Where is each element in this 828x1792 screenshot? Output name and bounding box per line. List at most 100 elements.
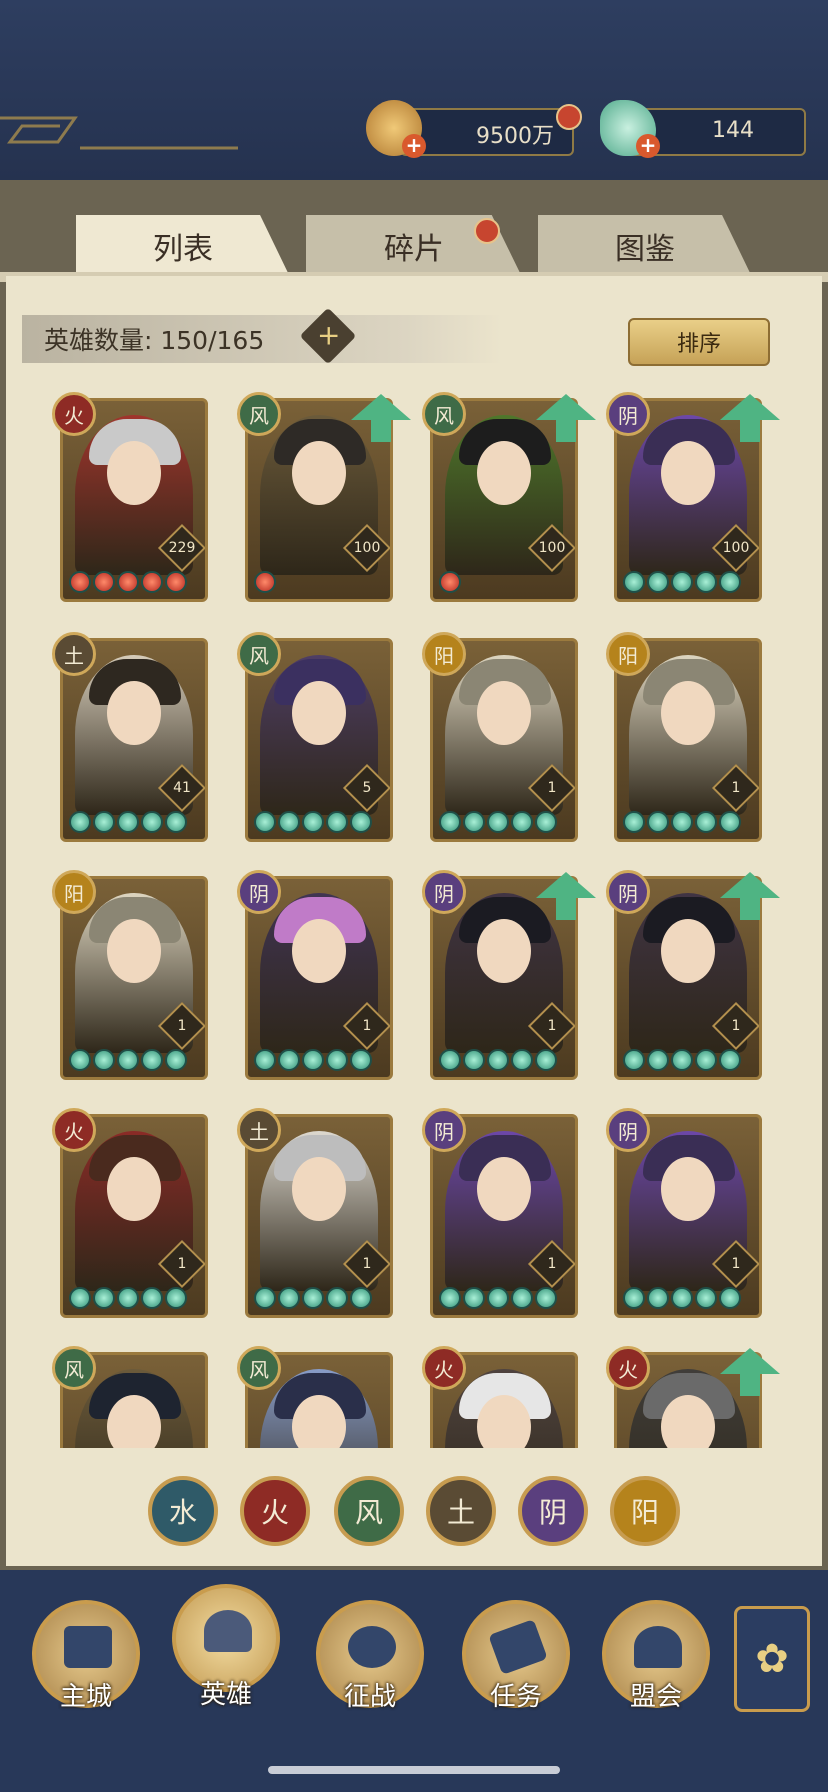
scroll-task-icon [488, 1619, 548, 1675]
nav-label: 征战 [343, 1682, 396, 1712]
star-orb-icon [165, 811, 187, 833]
star-orb-icon [511, 1287, 533, 1309]
star-orb-icon [254, 1287, 276, 1309]
sort-label: 排序 [676, 332, 721, 357]
star-orb-icon [326, 811, 348, 833]
star-orb-icon [695, 1287, 717, 1309]
star-orb-icon [647, 811, 669, 833]
star-orb-icon [93, 571, 115, 593]
element-filter-button[interactable]: 土 [426, 1476, 496, 1546]
element-badge-icon: 阴 [606, 870, 650, 914]
star-orb-icon [278, 811, 300, 833]
element-badge-icon: 火 [422, 1346, 466, 1390]
hero-face [107, 441, 161, 505]
nav-alliance[interactable]: 盟会 [602, 1600, 710, 1712]
element-badge-icon: 阴 [422, 1108, 466, 1152]
star-orb-icon [647, 1049, 669, 1071]
star-orb-icon [93, 811, 115, 833]
sort-button[interactable]: 排序 [628, 318, 770, 366]
hero-face [477, 919, 531, 983]
tab-label: 碎片 [384, 232, 444, 267]
element-badge-icon: 土 [52, 632, 96, 676]
element-glyph: 阴 [538, 1496, 567, 1529]
add-copper-button[interactable]: + [402, 134, 426, 158]
nav-campaign[interactable]: 征战 [316, 1600, 424, 1712]
nav-label: 任务 [489, 1682, 542, 1712]
hero-level: 100 [722, 540, 750, 556]
element-filter-button[interactable]: 阳 [610, 1476, 680, 1546]
hero-face [292, 1157, 346, 1221]
nav-heroes[interactable]: 英雄 [172, 1584, 280, 1710]
hero-level: 1 [362, 1018, 372, 1034]
hero-level: 1 [547, 780, 557, 796]
hero-star-rating [439, 571, 461, 593]
hero-star-rating [623, 811, 741, 833]
star-orb-icon [69, 571, 91, 593]
jade-value: 144 [712, 118, 754, 143]
nav-label: 英雄 [199, 1680, 252, 1710]
nav-tasks[interactable]: 任务 [462, 1600, 570, 1712]
upgrade-arrow-icon [536, 872, 596, 920]
star-orb-icon [254, 1049, 276, 1071]
element-filter-button[interactable]: 阴 [518, 1476, 588, 1546]
star-orb-icon [69, 1049, 91, 1071]
star-orb-icon [719, 571, 741, 593]
star-orb-icon [69, 811, 91, 833]
fragments-notification-dot [474, 218, 500, 244]
star-orb-icon [487, 811, 509, 833]
element-filter-button[interactable]: 水 [148, 1476, 218, 1546]
hero-level: 229 [168, 540, 196, 556]
hero-star-rating [623, 1049, 741, 1071]
more-menu-button[interactable]: ✿ [734, 1606, 810, 1712]
star-orb-icon [463, 811, 485, 833]
star-orb-icon [302, 1049, 324, 1071]
flower-menu-icon: ✿ [755, 1636, 789, 1682]
tab-label: 列表 [153, 232, 213, 267]
star-orb-icon [487, 1049, 509, 1071]
element-badge-icon: 风 [237, 632, 281, 676]
star-orb-icon [69, 1287, 91, 1309]
star-orb-icon [671, 1287, 693, 1309]
star-orb-icon [623, 1287, 645, 1309]
element-badge-icon: 阴 [422, 870, 466, 914]
element-filter-bar: 水火风土 阴 阳 [0, 1476, 828, 1556]
tab-codex[interactable]: 图鉴 [538, 215, 752, 277]
element-badge-icon: 风 [237, 392, 281, 436]
star-orb-icon [278, 1287, 300, 1309]
element-badge-icon: 风 [237, 1346, 281, 1390]
copper-resource: 9500万 [400, 108, 574, 156]
add-jade-button[interactable]: + [636, 134, 660, 158]
element-filter-button[interactable]: 火 [240, 1476, 310, 1546]
element-badge-icon: 阴 [606, 1108, 650, 1152]
element-badge-icon: 风 [52, 1346, 96, 1390]
star-orb-icon [302, 1287, 324, 1309]
hero-face [661, 441, 715, 505]
hero-face [661, 1157, 715, 1221]
element-filter-button[interactable]: 风 [334, 1476, 404, 1546]
star-orb-icon [350, 811, 372, 833]
copper-value: 9500万 [476, 124, 554, 149]
star-orb-icon [326, 1287, 348, 1309]
top-resource-bar: 9500万 + 144 + [0, 0, 828, 180]
star-orb-icon [165, 1287, 187, 1309]
nav-main-city[interactable]: 主城 [32, 1600, 140, 1712]
star-orb-icon [439, 1049, 461, 1071]
bottom-navigation: 主城 英雄 征战 任务 盟会 ✿ [0, 1570, 828, 1792]
element-badge-icon: 风 [422, 392, 466, 436]
star-orb-icon [141, 1049, 163, 1071]
star-orb-icon [117, 1049, 139, 1071]
star-orb-icon [647, 1287, 669, 1309]
tab-list[interactable]: 列表 [76, 215, 290, 277]
star-orb-icon [535, 811, 557, 833]
hero-level: 1 [177, 1018, 187, 1034]
hero-portrait-icon [204, 1610, 252, 1652]
star-orb-icon [511, 811, 533, 833]
nav-label: 盟会 [629, 1682, 682, 1712]
hero-star-rating [69, 811, 187, 833]
element-badge-icon: 阴 [237, 870, 281, 914]
upgrade-arrow-icon [720, 394, 780, 442]
plus-icon: + [316, 318, 341, 352]
hero-level: 1 [731, 780, 741, 796]
hero-star-rating [254, 571, 276, 593]
hero-star-rating [254, 811, 372, 833]
